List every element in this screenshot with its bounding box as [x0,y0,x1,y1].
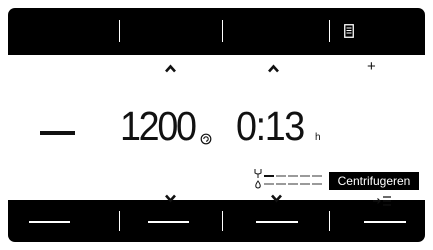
program-panel: + 1200 0:13 h Centrifugeren [8,55,425,206]
spin-symbol-icon [200,133,212,145]
pump-drain-icon [254,169,262,189]
softkey-4[interactable] [364,221,406,223]
top-softkey-bar [8,8,425,55]
separator [119,20,120,42]
minus-icon[interactable] [40,131,75,135]
progress-segment [288,175,298,177]
progress-segment [264,175,274,177]
progress-segment [276,183,286,185]
progress-segment [264,183,274,185]
separator [119,211,120,231]
chevron-up-icon[interactable] [267,64,280,73]
chevron-up-icon[interactable] [164,64,177,73]
display-screen: + 1200 0:13 h Centrifugeren [8,8,425,242]
separator [329,211,330,231]
progress-segment [312,183,322,185]
separator [222,20,223,42]
spin-speed-value[interactable]: 1200 [120,106,197,147]
time-unit: h [315,132,321,143]
progress-segment [288,183,298,185]
remaining-time-value[interactable]: 0:13 [236,106,305,147]
softkey-2[interactable] [148,221,189,223]
bottom-softkey-bar [8,200,425,242]
progress-segment [300,175,310,177]
document-icon[interactable] [344,24,354,38]
plus-button[interactable]: + [367,59,376,74]
progress-segment [276,175,286,177]
progress-segment [312,175,322,177]
progress-segment [300,183,310,185]
softkey-1[interactable] [29,221,70,223]
softkey-3[interactable] [256,221,298,223]
separator [222,211,223,231]
status-badge: Centrifugeren [329,172,419,190]
separator [329,20,330,42]
